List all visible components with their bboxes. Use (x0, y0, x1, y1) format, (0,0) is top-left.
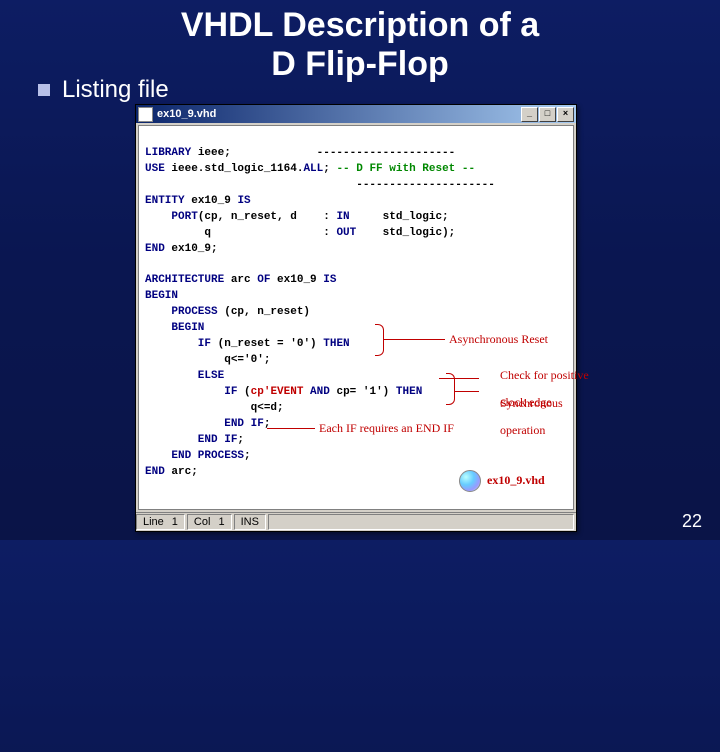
code-comment: -- D FF with Reset -- (336, 163, 475, 175)
code-text (145, 227, 204, 239)
cd-icon (459, 470, 481, 492)
code-kw: END IF (145, 434, 237, 446)
slide-title: VHDL Description of a D Flip-Flop (0, 0, 720, 84)
code-text: (cp, n_reset) (224, 306, 310, 318)
code-text: ( (244, 386, 251, 398)
code-kw: ELSE (145, 370, 224, 382)
bullet-text: Listing file (62, 76, 169, 104)
code-kw: IS (323, 274, 336, 286)
code-kw: OF (257, 274, 277, 286)
code-kw: OUT (336, 227, 356, 239)
editor-window: ex10_9.vhd _ □ × LIBRARY ieee; ---------… (135, 104, 577, 532)
code-text: arc; (171, 466, 197, 478)
code-kw: THEN (323, 338, 349, 350)
code-kw: ENTITY (145, 195, 191, 207)
code-text: cp= '1') (336, 386, 395, 398)
code-text: ex10_9; (171, 243, 217, 255)
annotation-line: Check for positive (500, 368, 589, 382)
code-indent (145, 402, 251, 414)
code-text: ex10_9 (191, 195, 237, 207)
annotation-line: operation (500, 423, 545, 437)
arrow-icon (454, 391, 479, 392)
cd-row: ex10_9.vhd (459, 470, 545, 492)
code-kw: END (145, 466, 171, 478)
file-icon (138, 107, 153, 122)
code-text: ; (237, 434, 244, 446)
code-text: q<='0'; (224, 354, 270, 366)
code-kw: BEGIN (145, 322, 204, 334)
code-indent (145, 354, 224, 366)
code-text: (n_reset = '0') (218, 338, 324, 350)
status-spacer (268, 514, 574, 530)
annotation-line: Synchronous (500, 396, 563, 410)
minimize-button[interactable]: _ (521, 107, 538, 122)
code-kw: THEN (396, 386, 422, 398)
status-col: Col 1 (187, 514, 232, 530)
code-kw: LIBRARY (145, 147, 198, 159)
code-text: std_logic; (350, 211, 449, 223)
code-kw: ALL (303, 163, 323, 175)
titlebar: ex10_9.vhd _ □ × (136, 105, 576, 123)
window-buttons: _ □ × (521, 107, 574, 122)
code-text: ex10_9 (277, 274, 323, 286)
code-text: arc (231, 274, 257, 286)
code-kw: IS (237, 195, 250, 207)
arrow-icon (383, 339, 445, 340)
code-text: std_logic); (356, 227, 455, 239)
annotation-end-if: Each IF requires an END IF (319, 422, 454, 435)
code-area: LIBRARY ieee; --------------------- USE … (138, 125, 574, 510)
code-text: q<=d; (251, 402, 284, 414)
window-title: ex10_9.vhd (157, 108, 517, 120)
arrow-icon (439, 378, 479, 379)
status-line-value: 1 (172, 515, 178, 529)
cd-label: ex10_9.vhd (487, 472, 545, 489)
code-kw: PORT (145, 211, 198, 223)
code-kw: USE (145, 163, 171, 175)
status-col-value: 1 (218, 515, 224, 529)
code-text: q : (204, 227, 336, 239)
close-button[interactable]: × (557, 107, 574, 122)
brace-icon (375, 324, 384, 356)
code-text: ieee.std_logic_1164. (171, 163, 303, 175)
title-line-2: D Flip-Flop (271, 45, 449, 83)
code-text: --------------------- (145, 179, 495, 191)
code-text: (cp, n_reset, d : (198, 211, 337, 223)
code-kw: BEGIN (145, 290, 178, 302)
code-text: ieee; --------------------- (198, 147, 455, 159)
square-bullet-icon (38, 84, 50, 96)
code-text: ; (323, 163, 336, 175)
code-kw: IF (145, 338, 218, 350)
code-text: ; (244, 450, 251, 462)
maximize-button[interactable]: □ (539, 107, 556, 122)
status-bar: Line 1 Col 1 INS (136, 512, 576, 531)
code-kw: END (145, 243, 171, 255)
status-ins: INS (234, 514, 266, 530)
slide-number: 22 (682, 511, 702, 532)
code-kw: PROCESS (145, 306, 224, 318)
title-line-1: VHDL Description of a (181, 6, 539, 44)
annotation-async-reset: Asynchronous Reset (449, 333, 548, 346)
brace-icon (446, 373, 455, 405)
code-kw: END IF (145, 418, 264, 430)
code-kw: END PROCESS (145, 450, 244, 462)
code-kw: AND (303, 386, 336, 398)
code-kw: ARCHITECTURE (145, 274, 231, 286)
code-red: cp'EVENT (251, 386, 304, 398)
code-kw: IF (145, 386, 244, 398)
annotation-sync-op: Synchronous operation (482, 384, 563, 450)
arrow-icon (267, 428, 315, 429)
code-kw: IN (336, 211, 349, 223)
code-blank (145, 259, 152, 271)
status-col-label: Col (194, 515, 211, 529)
